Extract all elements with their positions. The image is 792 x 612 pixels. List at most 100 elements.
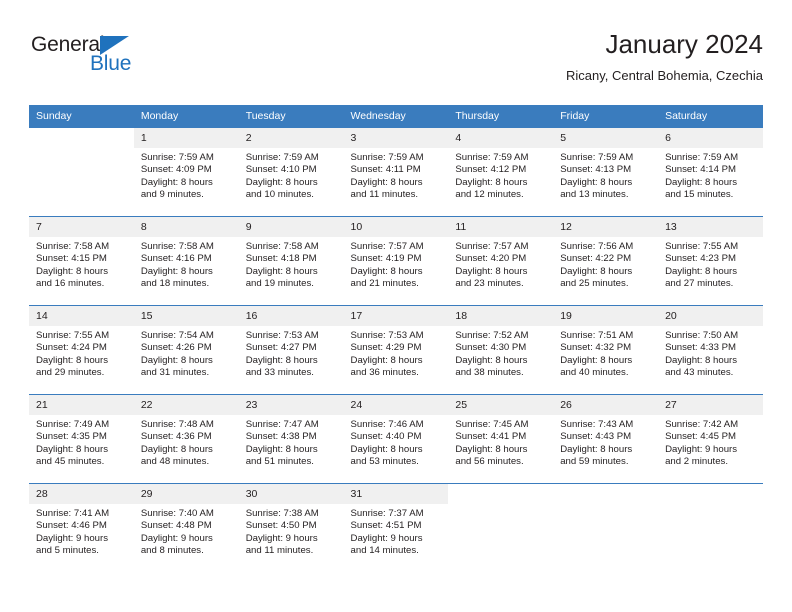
day-details: Sunrise: 7:37 AM Sunset: 4:51 PM Daylight:… <box>344 504 449 558</box>
sunset-text: Sunset: 4:13 PM <box>560 164 632 176</box>
daylight-text: and 25 minutes. <box>560 278 629 290</box>
calendar-day-cell[interactable]: 23 Sunrise: 7:47 AM Sunset: 4:38 PM Dayligh… <box>238 394 344 484</box>
daylight-text: Daylight: 8 hours <box>350 354 423 366</box>
sunrise-text: Sunrise: 7:53 AM <box>350 330 424 341</box>
weekday-header-monday: Monday <box>133 105 239 128</box>
sunrise-text: Sunrise: 7:59 AM <box>140 152 214 163</box>
sunrise-text: Sunrise: 7:59 AM <box>665 152 739 163</box>
day-details: Sunrise: 7:48 AM Sunset: 4:36 PM Daylight:… <box>134 415 239 469</box>
calendar-day-cell[interactable]: 10 Sunrise: 7:57 AM Sunset: 4:19 PM Dayligh… <box>343 216 449 306</box>
calendar-week-row: 1 Sunrise: 7:59 AM Sunset: 4:09 PM Daylight… <box>29 127 763 217</box>
calendar-week-row: 14 Sunrise: 7:55 AM Sunset: 4:24 PM Dayligh… <box>29 305 763 395</box>
sunset-text: Sunset: 4:19 PM <box>350 253 422 265</box>
calendar-day-cell[interactable]: 11 Sunrise: 7:57 AM Sunset: 4:20 PM Dayligh… <box>448 216 554 306</box>
calendar-day-cell[interactable]: 14 Sunrise: 7:55 AM Sunset: 4:24 PM Dayligh… <box>29 305 134 395</box>
calendar-day-cell[interactable]: 5 Sunrise: 7:59 AM Sunset: 4:13 PM Daylight… <box>553 127 659 217</box>
day-details: Sunrise: 7:47 AM Sunset: 4:38 PM Daylight:… <box>239 415 344 469</box>
calendar-day-cell[interactable]: 19 Sunrise: 7:51 AM Sunset: 4:32 PM Dayligh… <box>553 305 659 395</box>
day-number: 22 <box>133 395 239 415</box>
calendar-day-cell[interactable]: 15 Sunrise: 7:54 AM Sunset: 4:26 PM Dayligh… <box>133 305 239 395</box>
daylight-text: Daylight: 9 hours <box>245 532 318 544</box>
daylight-text: and 29 minutes. <box>36 367 105 379</box>
daylight-text: and 11 minutes. <box>245 545 314 557</box>
calendar-day-cell[interactable]: 25 Sunrise: 7:45 AM Sunset: 4:41 PM Dayligh… <box>448 394 554 484</box>
general-blue-logo[interactable]: General Blue <box>31 33 171 85</box>
calendar-day-cell[interactable]: 12 Sunrise: 7:56 AM Sunset: 4:22 PM Dayligh… <box>553 216 659 306</box>
day-number <box>448 484 554 504</box>
calendar-day-cell[interactable]: 7 Sunrise: 7:58 AM Sunset: 4:15 PM Daylight… <box>29 216 134 306</box>
daylight-text: Daylight: 8 hours <box>140 354 213 366</box>
calendar-day-cell[interactable]: 28 Sunrise: 7:41 AM Sunset: 4:46 PM Dayligh… <box>29 483 134 572</box>
daylight-text: Daylight: 8 hours <box>36 354 108 366</box>
calendar-day-cell[interactable]: 2 Sunrise: 7:59 AM Sunset: 4:10 PM Daylight… <box>238 127 344 217</box>
day-details: Sunrise: 7:54 AM Sunset: 4:26 PM Daylight:… <box>134 326 239 380</box>
day-details: Sunrise: 7:58 AM Sunset: 4:16 PM Daylight:… <box>134 237 239 291</box>
day-number: 12 <box>553 217 659 237</box>
day-details: Sunrise: 7:45 AM Sunset: 4:41 PM Daylight:… <box>448 415 553 469</box>
day-number: 10 <box>343 217 449 237</box>
day-number: 29 <box>133 484 239 504</box>
calendar-day-cell[interactable]: 18 Sunrise: 7:52 AM Sunset: 4:30 PM Dayligh… <box>448 305 554 395</box>
daylight-text: Daylight: 9 hours <box>665 443 738 455</box>
daylight-text: and 21 minutes. <box>350 278 419 290</box>
day-number: 4 <box>448 128 554 148</box>
calendar-day-cell[interactable]: 3 Sunrise: 7:59 AM Sunset: 4:11 PM Daylight… <box>343 127 449 217</box>
calendar-day-cell[interactable]: 6 Sunrise: 7:59 AM Sunset: 4:14 PM Daylight… <box>658 127 763 217</box>
day-details: Sunrise: 7:46 AM Sunset: 4:40 PM Daylight:… <box>344 415 449 469</box>
sunset-text: Sunset: 4:14 PM <box>665 164 736 176</box>
day-details: Sunrise: 7:49 AM Sunset: 4:35 PM Daylight:… <box>29 415 134 469</box>
sunrise-text: Sunrise: 7:57 AM <box>350 241 424 252</box>
sunrise-text: Sunrise: 7:55 AM <box>665 241 739 252</box>
calendar-day-cell[interactable]: 20 Sunrise: 7:50 AM Sunset: 4:33 PM Dayligh… <box>658 305 763 395</box>
day-details: Sunrise: 7:55 AM Sunset: 4:23 PM Daylight:… <box>658 237 763 291</box>
daylight-text: and 5 minutes. <box>36 545 99 557</box>
sunrise-text: Sunrise: 7:38 AM <box>245 508 319 519</box>
daylight-text: Daylight: 8 hours <box>350 265 423 277</box>
calendar-day-cell[interactable]: 1 Sunrise: 7:59 AM Sunset: 4:09 PM Daylight… <box>133 127 239 217</box>
sunset-text: Sunset: 4:12 PM <box>455 164 527 176</box>
daylight-text: and 15 minutes. <box>665 189 734 201</box>
sunrise-text: Sunrise: 7:40 AM <box>140 508 214 519</box>
calendar-empty-cell <box>29 127 134 217</box>
day-number: 3 <box>343 128 449 148</box>
calendar-day-cell[interactable]: 22 Sunrise: 7:48 AM Sunset: 4:36 PM Dayligh… <box>133 394 239 484</box>
daylight-text: and 19 minutes. <box>245 278 314 290</box>
calendar-day-cell[interactable]: 31 Sunrise: 7:37 AM Sunset: 4:51 PM Dayligh… <box>343 483 449 572</box>
sunset-text: Sunset: 4:24 PM <box>36 342 107 354</box>
sunset-text: Sunset: 4:35 PM <box>36 431 107 443</box>
calendar-week-row: 7 Sunrise: 7:58 AM Sunset: 4:15 PM Daylight… <box>29 216 763 306</box>
day-number: 6 <box>658 128 763 148</box>
calendar-day-cell[interactable]: 16 Sunrise: 7:53 AM Sunset: 4:27 PM Dayligh… <box>238 305 344 395</box>
day-details: Sunrise: 7:56 AM Sunset: 4:22 PM Daylight:… <box>553 237 658 291</box>
day-details: Sunrise: 7:59 AM Sunset: 4:11 PM Daylight:… <box>344 148 449 202</box>
page-title: January 2024 <box>605 29 763 59</box>
calendar-day-cell[interactable]: 9 Sunrise: 7:58 AM Sunset: 4:18 PM Daylight… <box>238 216 344 306</box>
daylight-text: and 13 minutes. <box>560 189 629 201</box>
calendar-day-cell[interactable]: 30 Sunrise: 7:38 AM Sunset: 4:50 PM Dayligh… <box>238 483 344 572</box>
calendar-day-cell[interactable]: 8 Sunrise: 7:58 AM Sunset: 4:16 PM Daylight… <box>133 216 239 306</box>
daylight-text: Daylight: 8 hours <box>665 354 738 366</box>
daylight-text: Daylight: 8 hours <box>455 265 528 277</box>
weekday-header-saturday: Saturday <box>658 105 763 128</box>
day-details: Sunrise: 7:59 AM Sunset: 4:12 PM Daylight:… <box>448 148 553 202</box>
calendar-day-cell[interactable]: 4 Sunrise: 7:59 AM Sunset: 4:12 PM Daylight… <box>448 127 554 217</box>
daylight-text: and 12 minutes. <box>455 189 524 201</box>
sunrise-text: Sunrise: 7:59 AM <box>455 152 529 163</box>
sunrise-text: Sunrise: 7:46 AM <box>350 419 424 430</box>
daylight-text: and 2 minutes. <box>665 456 728 468</box>
calendar-day-cell[interactable]: 13 Sunrise: 7:55 AM Sunset: 4:23 PM Dayligh… <box>658 216 763 306</box>
calendar-day-cell[interactable]: 17 Sunrise: 7:53 AM Sunset: 4:29 PM Dayligh… <box>343 305 449 395</box>
calendar-day-cell[interactable]: 29 Sunrise: 7:40 AM Sunset: 4:48 PM Dayligh… <box>133 483 239 572</box>
calendar-day-cell[interactable]: 27 Sunrise: 7:42 AM Sunset: 4:45 PM Dayligh… <box>658 394 763 484</box>
daylight-text: Daylight: 8 hours <box>350 443 423 455</box>
daylight-text: and 38 minutes. <box>455 367 524 379</box>
calendar-day-cell[interactable]: 26 Sunrise: 7:43 AM Sunset: 4:43 PM Dayligh… <box>553 394 659 484</box>
day-number: 1 <box>133 128 239 148</box>
day-details: Sunrise: 7:59 AM Sunset: 4:14 PM Daylight:… <box>658 148 763 202</box>
calendar-day-cell[interactable]: 21 Sunrise: 7:49 AM Sunset: 4:35 PM Dayligh… <box>29 394 134 484</box>
calendar-day-cell[interactable]: 24 Sunrise: 7:46 AM Sunset: 4:40 PM Dayligh… <box>343 394 449 484</box>
day-details <box>553 504 658 508</box>
day-number: 15 <box>133 306 239 326</box>
page-header: General Blue January 2024 Ricany, Centra… <box>29 28 763 96</box>
day-number: 28 <box>29 484 134 504</box>
